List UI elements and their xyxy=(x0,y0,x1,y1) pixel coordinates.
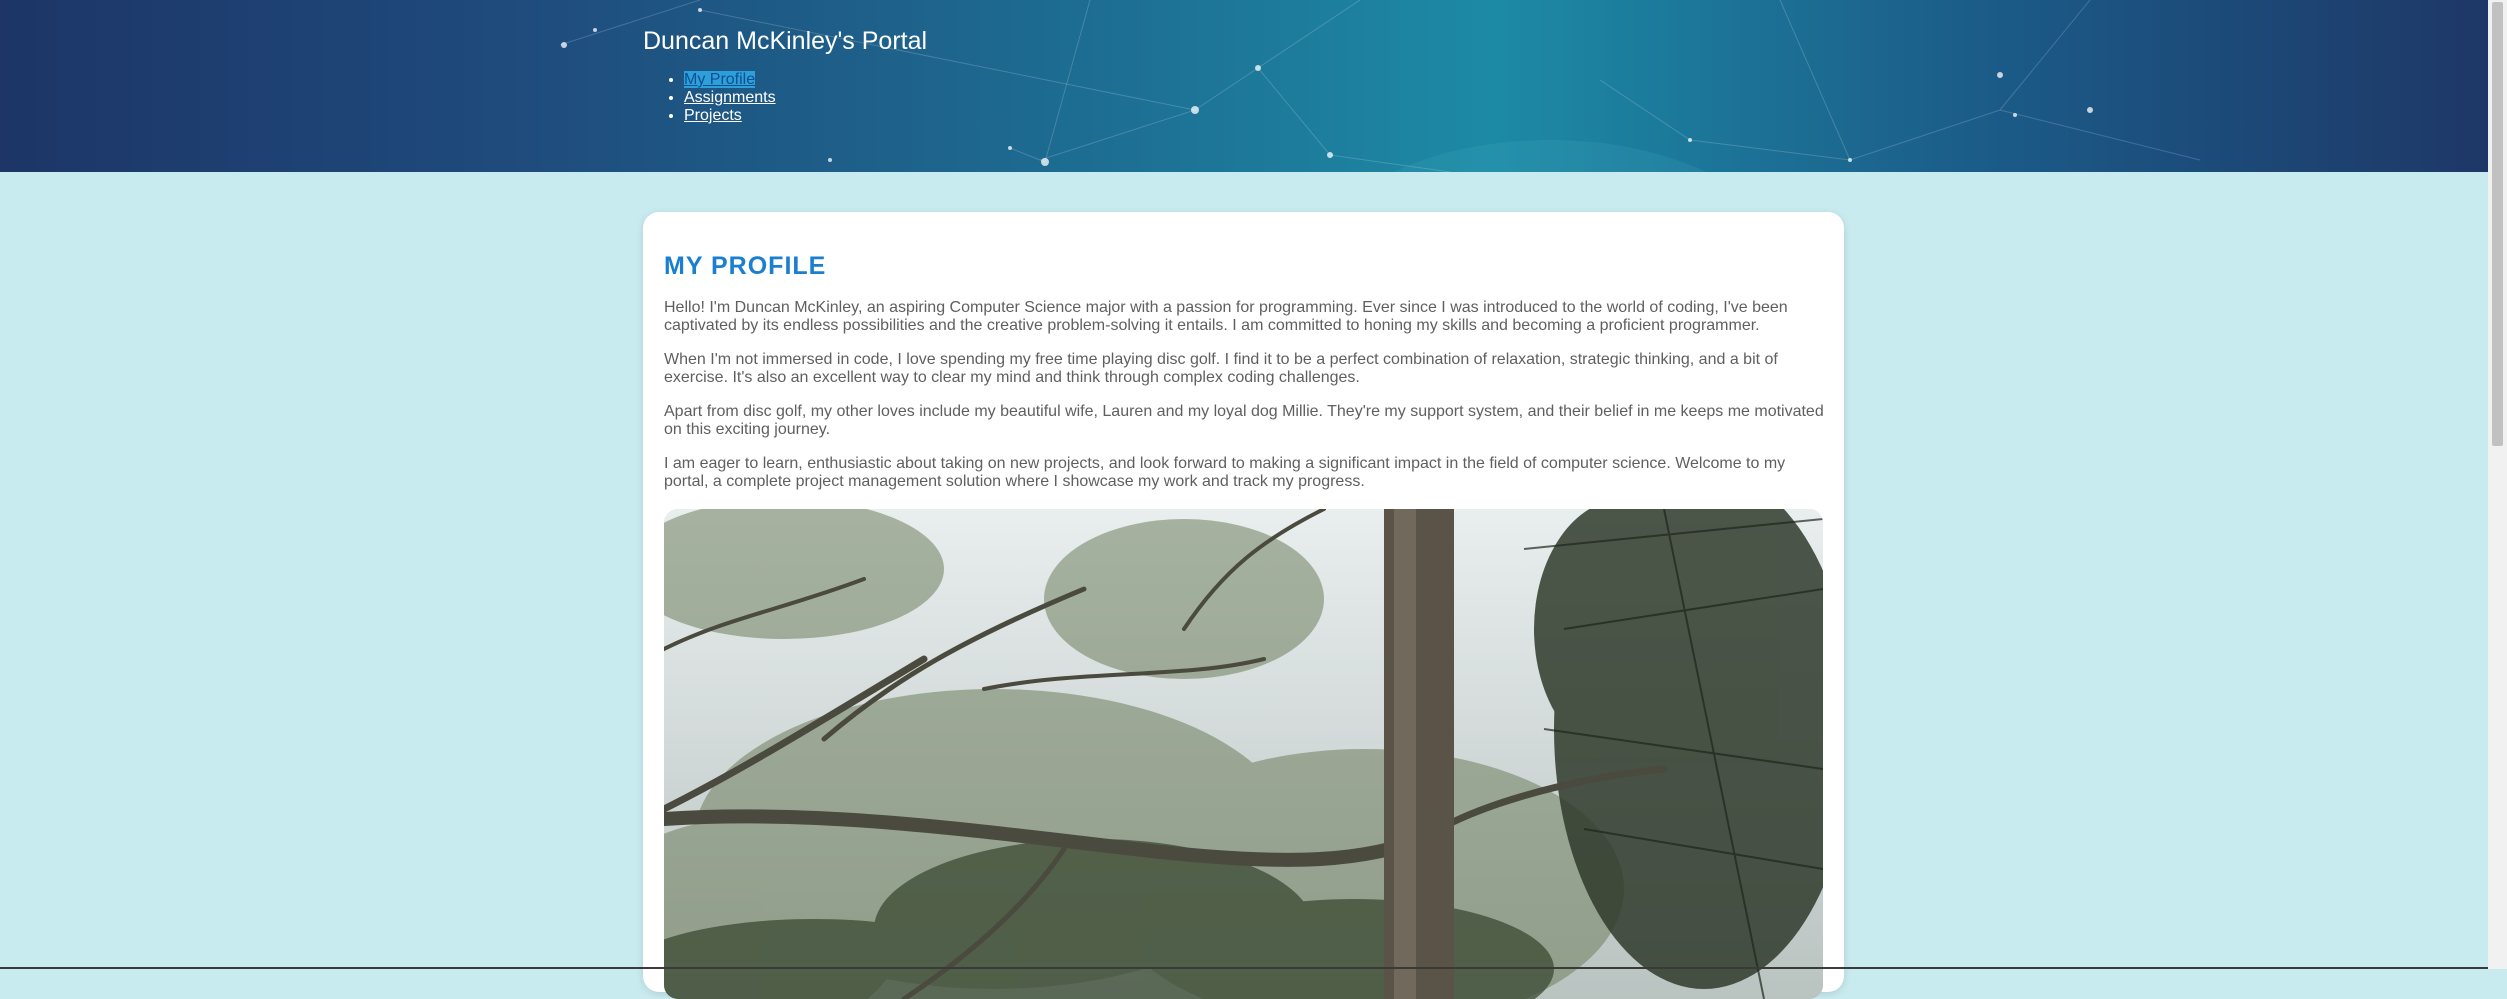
profile-card: MY PROFILE Hello! I'm Duncan McKinley, a… xyxy=(643,212,1844,999)
page-scrollbar[interactable] xyxy=(2488,0,2507,969)
nav-item-my-profile: My Profile xyxy=(684,71,776,89)
nav-item-projects: Projects xyxy=(684,107,776,125)
nav-item-assignments: Assignments xyxy=(684,89,776,107)
nav-link-projects[interactable]: Projects xyxy=(684,107,742,124)
main-nav: My Profile Assignments Projects xyxy=(643,71,776,125)
profile-photo xyxy=(664,509,1823,999)
nav-link-assignments[interactable]: Assignments xyxy=(684,89,776,106)
site-header: Duncan McKinley's Portal My Profile Assi… xyxy=(0,0,2488,172)
bio-paragraph-intro: Hello! I'm Duncan McKinley, an aspiring … xyxy=(664,299,1788,334)
nav-link-my-profile[interactable]: My Profile xyxy=(684,71,756,88)
scrollbar-thumb[interactable] xyxy=(2492,2,2503,446)
forest-photo-illustration xyxy=(664,509,1823,999)
page-title: MY PROFILE xyxy=(664,252,827,280)
profile-bio: Hello! I'm Duncan McKinley, an aspiring … xyxy=(664,299,1826,507)
bio-paragraph-hobbies: When I'm not immersed in code, I love sp… xyxy=(664,351,1778,386)
bio-paragraph-goals: I am eager to learn, enthusiastic about … xyxy=(664,455,1786,490)
network-background-graphic xyxy=(559,0,2201,172)
site-title: Duncan McKinley's Portal xyxy=(643,27,928,55)
bio-paragraph-family: Apart from disc golf, my other loves inc… xyxy=(664,403,1824,438)
